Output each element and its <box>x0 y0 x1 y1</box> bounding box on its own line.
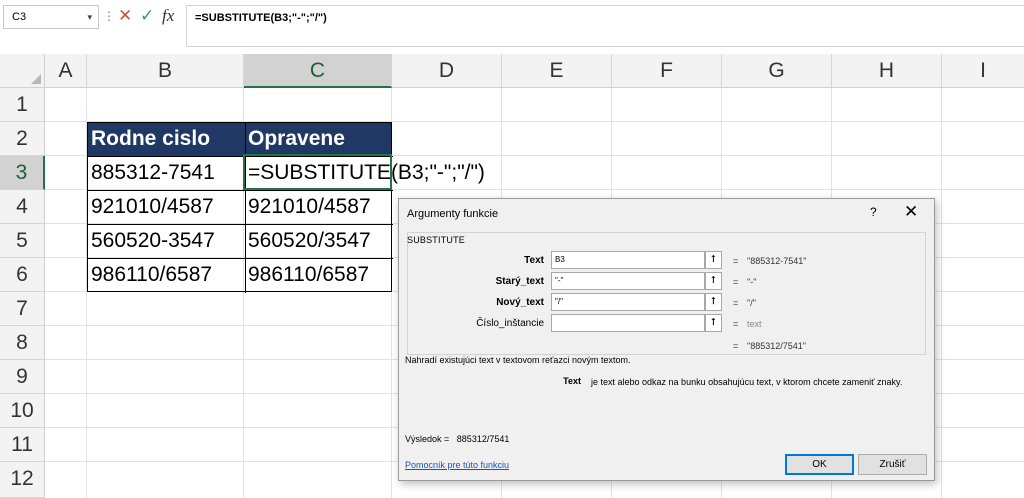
equals-sign: = <box>733 256 739 266</box>
column-header-b[interactable]: B <box>87 54 244 88</box>
row-header-4[interactable]: 4 <box>0 190 45 224</box>
equals-sign: = <box>733 277 739 287</box>
help-icon[interactable]: ? <box>870 205 877 219</box>
collapse-dialog-icon[interactable]: ⭡ <box>705 251 722 269</box>
gridline <box>941 88 942 498</box>
cell-b6[interactable]: 986110/6587 <box>87 258 244 292</box>
function-arguments-dialog: Argumenty funkcie ? ✕ SUBSTITUTE Text B3… <box>398 198 935 481</box>
arg-input-text[interactable]: B3 <box>551 251 705 269</box>
collapse-dialog-icon[interactable]: ⭡ <box>705 293 722 311</box>
equals-sign: = <box>733 298 739 308</box>
name-box[interactable]: C3 ▾ <box>3 5 99 29</box>
row-header-2[interactable]: 2 <box>0 122 45 156</box>
column-header-d[interactable]: D <box>392 54 502 88</box>
column-header-i[interactable]: I <box>942 54 1024 88</box>
arg-help-text: je text alebo odkaz na bunku obsahujúcu … <box>591 377 903 387</box>
cell-c2[interactable]: Opravene <box>244 122 392 156</box>
equals-sign: = <box>733 341 739 351</box>
row-header-8[interactable]: 8 <box>0 326 45 360</box>
cell-b4[interactable]: 921010/4587 <box>87 190 244 224</box>
arg-result-new-text: "/" <box>747 298 756 308</box>
insert-function-icon[interactable]: fx <box>162 6 174 26</box>
collapse-dialog-icon[interactable]: ⭡ <box>705 272 722 290</box>
cell-b3[interactable]: 885312-7541 <box>87 156 244 190</box>
column-header-a[interactable]: A <box>45 54 87 88</box>
arg-input-new-text[interactable]: "/" <box>551 293 705 311</box>
equals-sign: = <box>733 319 739 329</box>
close-icon[interactable]: ✕ <box>904 202 918 222</box>
formula-buttons: ✕ ✓ fx <box>114 5 180 29</box>
arg-help-name: Text <box>563 376 581 386</box>
ok-button[interactable]: OK <box>785 454 854 475</box>
arg-result-text: "885312-7541" <box>747 256 807 266</box>
formula-bar: C3 ▾ ⋮ ✕ ✓ fx =SUBSTITUTE(B3;"-";"/") <box>0 0 1024 52</box>
arg-result-instance-num: text <box>747 319 762 329</box>
cell-c3[interactable]: =SUBSTITUTE(B3;"-";"/") <box>244 156 485 190</box>
formula-input[interactable]: =SUBSTITUTE(B3;"-";"/") <box>186 5 1024 47</box>
cell-b5[interactable]: 560520-3547 <box>87 224 244 258</box>
cell-c4[interactable]: 921010/4587 <box>244 190 392 224</box>
cell-c6[interactable]: 986110/6587 <box>244 258 392 292</box>
arg-result-old-text: "-" <box>747 277 757 287</box>
function-name: SUBSTITUTE <box>407 235 466 245</box>
cell-b2[interactable]: Rodne cislo <box>87 122 244 156</box>
result-line: Výsledok = 885312/7541 <box>405 434 509 444</box>
formula-result-preview: "885312/7541" <box>747 341 806 351</box>
arg-label-text: Text <box>524 255 544 266</box>
select-all-corner[interactable] <box>0 54 45 88</box>
help-link[interactable]: Pomocník pre túto funkciu <box>405 460 509 470</box>
column-header-e[interactable]: E <box>502 54 612 88</box>
row-header-12[interactable]: 12 <box>0 462 45 498</box>
cancel-icon[interactable]: ✕ <box>118 6 132 26</box>
result-label: Výsledok = <box>405 434 450 444</box>
row-header-5[interactable]: 5 <box>0 224 45 258</box>
row-header-10[interactable]: 10 <box>0 394 45 428</box>
arg-label-new-text: Nový_text <box>496 297 544 308</box>
name-box-value: C3 <box>12 11 27 23</box>
arg-label-old-text: Starý_text <box>495 276 544 287</box>
column-header-g[interactable]: G <box>722 54 832 88</box>
arg-input-old-text[interactable]: "-" <box>551 272 705 290</box>
cell-c5[interactable]: 560520/3547 <box>244 224 392 258</box>
enter-icon[interactable]: ✓ <box>140 6 154 26</box>
arg-input-instance-num[interactable] <box>551 314 705 332</box>
row-header-1[interactable]: 1 <box>0 88 45 122</box>
column-header-c[interactable]: C <box>244 54 392 88</box>
row-header-3[interactable]: 3 <box>0 156 45 190</box>
row-header-6[interactable]: 6 <box>0 258 45 292</box>
result-value: 885312/7541 <box>456 434 510 444</box>
chevron-down-icon[interactable]: ▾ <box>87 6 92 28</box>
column-header-h[interactable]: H <box>832 54 942 88</box>
function-description: Nahradí existujúci text v textovom reťaz… <box>405 355 631 365</box>
dialog-title: Argumenty funkcie <box>407 208 499 220</box>
row-header-11[interactable]: 11 <box>0 428 45 462</box>
cancel-button[interactable]: Zrušiť <box>858 454 927 475</box>
arg-label-instance-num: Číslo_inštancie <box>476 318 544 329</box>
column-header-f[interactable]: F <box>612 54 722 88</box>
row-header-7[interactable]: 7 <box>0 292 45 326</box>
row-header-9[interactable]: 9 <box>0 360 45 394</box>
collapse-dialog-icon[interactable]: ⭡ <box>705 314 722 332</box>
